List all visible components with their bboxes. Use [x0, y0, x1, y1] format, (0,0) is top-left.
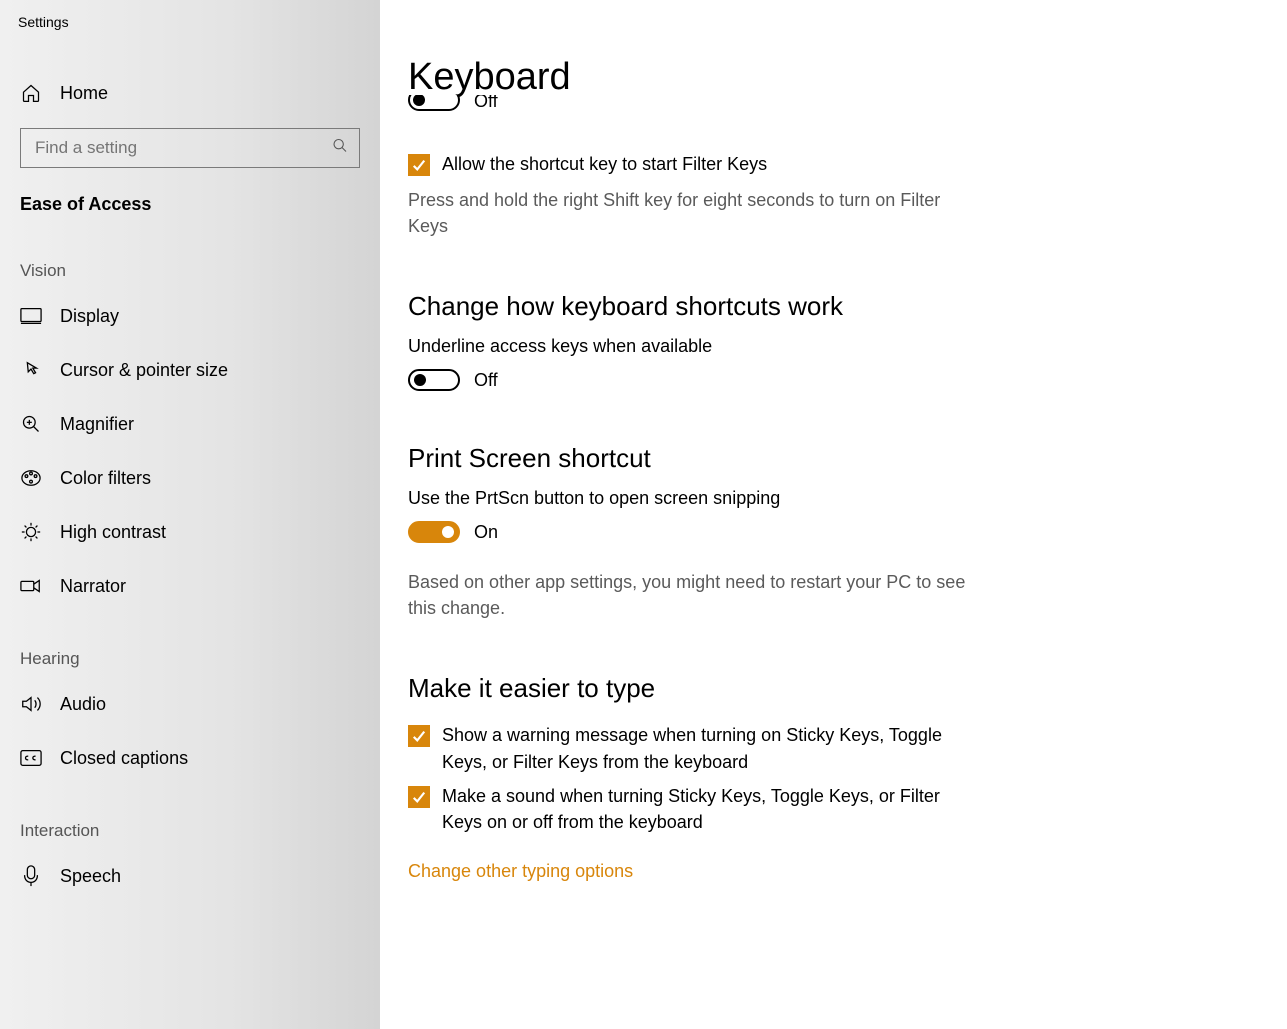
- underline-access-keys-toggle[interactable]: [408, 369, 460, 391]
- make-sound-checkbox[interactable]: [408, 786, 430, 808]
- sidebar-item-magnifier[interactable]: Magnifier: [0, 397, 380, 451]
- sidebar-item-label: Narrator: [60, 576, 126, 597]
- prtscn-toggle[interactable]: [408, 521, 460, 543]
- sidebar-item-closed-captions[interactable]: Closed captions: [0, 731, 380, 785]
- underline-access-keys-state: Off: [474, 370, 498, 391]
- search-input[interactable]: [20, 128, 360, 168]
- underline-access-keys-label: Underline access keys when available: [408, 336, 1257, 357]
- sidebar-item-label: Magnifier: [60, 414, 134, 435]
- filter-keys-toggle-state: Off: [474, 95, 498, 112]
- search-icon: [332, 138, 348, 159]
- content-area: Keyboard Off Allow the shortcut key to s…: [380, 0, 1287, 1029]
- sidebar-item-high-contrast[interactable]: High contrast: [0, 505, 380, 559]
- prtscn-desc: Based on other app settings, you might n…: [408, 569, 968, 621]
- sidebar-section-title: Ease of Access: [0, 168, 380, 225]
- app-title: Settings: [0, 0, 380, 40]
- high-contrast-icon: [20, 521, 42, 543]
- sidebar-item-color-filters[interactable]: Color filters: [0, 451, 380, 505]
- allow-shortcut-filterkeys-label: Allow the shortcut key to start Filter K…: [442, 151, 767, 177]
- change-typing-options-link[interactable]: Change other typing options: [408, 861, 633, 882]
- prtscn-label: Use the PrtScn button to open screen sni…: [408, 488, 1257, 509]
- sidebar-item-audio[interactable]: Audio: [0, 677, 380, 731]
- sidebar-item-label: Closed captions: [60, 748, 188, 769]
- home-icon: [20, 82, 42, 104]
- cursor-icon: [20, 359, 42, 381]
- make-sound-label: Make a sound when turning Sticky Keys, T…: [442, 783, 968, 835]
- prtscn-heading: Print Screen shortcut: [408, 443, 1257, 474]
- sidebar-item-display[interactable]: Display: [0, 289, 380, 343]
- sidebar-group-vision: Vision: [0, 225, 380, 289]
- warning-message-checkbox[interactable]: [408, 725, 430, 747]
- sidebar-item-label: High contrast: [60, 522, 166, 543]
- sidebar-item-label: Color filters: [60, 468, 151, 489]
- warning-message-label: Show a warning message when turning on S…: [442, 722, 968, 774]
- shortcuts-heading: Change how keyboard shortcuts work: [408, 291, 1257, 322]
- sidebar-group-hearing: Hearing: [0, 613, 380, 677]
- allow-shortcut-filterkeys-checkbox[interactable]: [408, 154, 430, 176]
- narrator-icon: [20, 575, 42, 597]
- sidebar-item-label: Audio: [60, 694, 106, 715]
- sidebar-item-speech[interactable]: Speech: [0, 849, 380, 903]
- audio-icon: [20, 693, 42, 715]
- closed-captions-icon: [20, 747, 42, 769]
- prtscn-state: On: [474, 522, 498, 543]
- sidebar-home-label: Home: [60, 83, 108, 104]
- display-icon: [20, 305, 42, 327]
- sidebar-item-label: Display: [60, 306, 119, 327]
- filterkeys-desc: Press and hold the right Shift key for e…: [408, 187, 968, 239]
- filter-keys-toggle[interactable]: [408, 95, 460, 111]
- sidebar-item-label: Cursor & pointer size: [60, 360, 228, 381]
- sidebar-item-cursor[interactable]: Cursor & pointer size: [0, 343, 380, 397]
- sidebar-item-label: Speech: [60, 866, 121, 887]
- page-title: Keyboard: [408, 56, 1257, 99]
- speech-icon: [20, 865, 42, 887]
- sidebar-home[interactable]: Home: [0, 70, 380, 116]
- sidebar-item-narrator[interactable]: Narrator: [0, 559, 380, 613]
- magnifier-icon: [20, 413, 42, 435]
- easier-heading: Make it easier to type: [408, 673, 1257, 704]
- color-filters-icon: [20, 467, 42, 489]
- sidebar: Settings Home Ease of Access Vision Disp…: [0, 0, 380, 1029]
- sidebar-group-interaction: Interaction: [0, 785, 380, 849]
